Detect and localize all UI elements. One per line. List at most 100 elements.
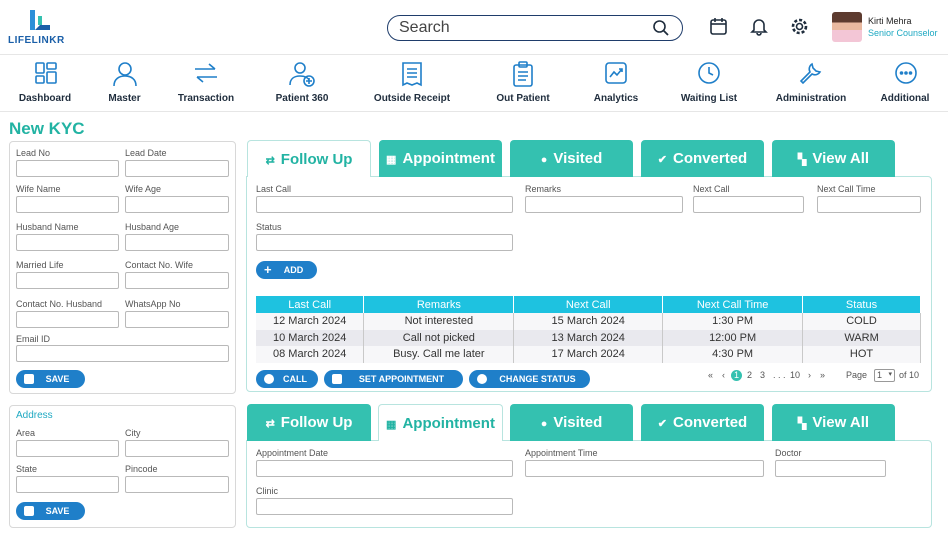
wife-age-input[interactable] (125, 196, 229, 213)
state-input[interactable] (16, 476, 119, 493)
appointment-date-input[interactable] (256, 460, 513, 477)
nav-item-out-patient[interactable]: Out Patient (488, 55, 558, 113)
email-label: Email ID (16, 334, 51, 344)
whatsapp-input[interactable] (125, 311, 229, 328)
bell-icon[interactable] (750, 17, 768, 36)
tab-visited-2[interactable]: ● Visited (510, 404, 633, 441)
table-cell: 13 March 2024 (513, 329, 664, 346)
search-input[interactable] (399, 19, 639, 37)
pager-prev[interactable]: ‹ (722, 370, 725, 380)
tab-converted[interactable]: ✔ Converted (641, 140, 764, 177)
tab-converted-2[interactable]: ✔ Converted (641, 404, 764, 441)
transfer-icon: ⇄ (265, 418, 275, 430)
user-role: Senior Counselor (868, 28, 938, 38)
wrench-icon (799, 62, 822, 85)
clinic-input[interactable] (256, 498, 513, 515)
calendar-icon: ▦ (386, 154, 397, 166)
nav-item-patient-360[interactable]: Patient 360 (266, 55, 338, 113)
transfer-icon (195, 63, 217, 83)
wife-name-input[interactable] (16, 196, 119, 213)
area-input[interactable] (16, 440, 119, 457)
clinic-label: Clinic (256, 486, 279, 496)
nav-label: Analytics (593, 93, 639, 104)
nav-item-dashboard[interactable]: Dashboard (11, 55, 79, 113)
status-input[interactable] (256, 234, 513, 251)
page-title: New KYC (9, 119, 85, 138)
table-row[interactable]: 12 March 2024 Not interested 15 March 20… (256, 313, 921, 330)
city-input[interactable] (125, 440, 229, 457)
avatar[interactable] (832, 12, 862, 42)
location-icon: ● (540, 154, 548, 166)
doctor-input[interactable] (775, 460, 886, 477)
married-life-input[interactable] (16, 272, 119, 289)
tab-follow-up-2[interactable]: ⇄ Follow Up (247, 404, 371, 441)
pincode-input[interactable] (125, 476, 229, 493)
tab-view-all-2[interactable]: ▚ View All (772, 404, 895, 441)
tab-appointment[interactable]: ▦ Appointment (379, 140, 502, 177)
contact-wife-input[interactable] (125, 272, 229, 289)
nav-item-master[interactable]: Master (97, 55, 152, 113)
page-label: Page (846, 370, 868, 380)
table-cell: 17 March 2024 (513, 346, 664, 363)
col-header[interactable]: Status (802, 296, 921, 313)
search-box[interactable] (387, 15, 683, 41)
husband-age-input[interactable] (125, 234, 229, 251)
page-select[interactable]: 1 ▾ (874, 369, 895, 382)
email-input[interactable] (16, 345, 229, 362)
gear-icon[interactable] (790, 17, 809, 36)
table-row[interactable]: 10 March 2024 Call not picked 13 March 2… (256, 329, 921, 346)
contact-husband-input[interactable] (16, 311, 119, 328)
next-call-input[interactable] (693, 196, 804, 213)
nav-item-administration[interactable]: Administration (770, 55, 852, 113)
status-badge: COLD (802, 313, 921, 330)
pager-page-10[interactable]: 10 (790, 370, 800, 380)
tab-follow-up[interactable]: ⇄ Follow Up (247, 140, 371, 177)
kyc-save-button[interactable]: SAVE (16, 370, 85, 388)
nav-item-outside-receipt[interactable]: Outside Receipt (366, 55, 458, 113)
col-header[interactable]: Next Call Time (662, 296, 804, 313)
nav-item-waiting-list[interactable]: Waiting List (674, 55, 744, 113)
husband-name-input[interactable] (16, 234, 119, 251)
calendar-icon[interactable] (709, 17, 728, 36)
col-header[interactable]: Last Call (256, 296, 365, 313)
calendar-icon: ▦ (386, 419, 397, 431)
remarks-input[interactable] (525, 196, 683, 213)
pager-first[interactable]: « (708, 370, 713, 380)
nav-item-analytics[interactable]: Analytics (588, 55, 644, 113)
table-cell: 15 March 2024 (513, 313, 664, 330)
tab-view-all[interactable]: ▚ View All (772, 140, 895, 177)
search-icon[interactable] (652, 19, 670, 37)
set-appointment-button[interactable]: SET APPOINTMENT (324, 370, 463, 388)
nav-item-additional[interactable]: Additional (874, 55, 936, 113)
call-button[interactable]: CALL (256, 370, 318, 388)
appointment-time-input[interactable] (525, 460, 764, 477)
tab-appointment-2[interactable]: ▦ Appointment (378, 404, 503, 441)
table-cell: 4:30 PM (662, 346, 804, 363)
table-cell: Not interested (363, 313, 515, 330)
pager-page-2[interactable]: 2 (747, 370, 752, 380)
address-save-button[interactable]: SAVE (16, 502, 85, 520)
change-status-button[interactable]: CHANGE STATUS (469, 370, 590, 388)
table-header-row: Last Call Remarks Next Call Next Call Ti… (256, 296, 921, 313)
pager-page-3[interactable]: 3 (760, 370, 765, 380)
col-header[interactable]: Next Call (513, 296, 664, 313)
table-cell: Busy. Call me later (363, 346, 515, 363)
followup-table: Last Call Remarks Next Call Next Call Ti… (256, 296, 921, 363)
pager-next[interactable]: › (808, 370, 811, 380)
table-row[interactable]: 08 March 2024 Busy. Call me later 17 Mar… (256, 346, 921, 363)
pager-last[interactable]: » (820, 370, 825, 380)
nav-item-transaction[interactable]: Transaction (171, 55, 241, 113)
col-header[interactable]: Remarks (363, 296, 515, 313)
lead-no-input[interactable] (16, 160, 119, 177)
more-icon (895, 62, 917, 84)
appointment-time-label: Appointment Time (525, 448, 598, 458)
city-label: City (125, 428, 141, 438)
add-button[interactable]: + ADD (256, 261, 317, 279)
tab-visited[interactable]: ● Visited (510, 140, 633, 177)
lead-date-input[interactable] (125, 160, 229, 177)
last-call-input[interactable] (256, 196, 513, 213)
pager-page-1[interactable]: 1 (731, 370, 742, 381)
next-call-time-input[interactable] (817, 196, 921, 213)
nav-label: Administration (775, 93, 847, 104)
table-cell: 10 March 2024 (256, 329, 365, 346)
